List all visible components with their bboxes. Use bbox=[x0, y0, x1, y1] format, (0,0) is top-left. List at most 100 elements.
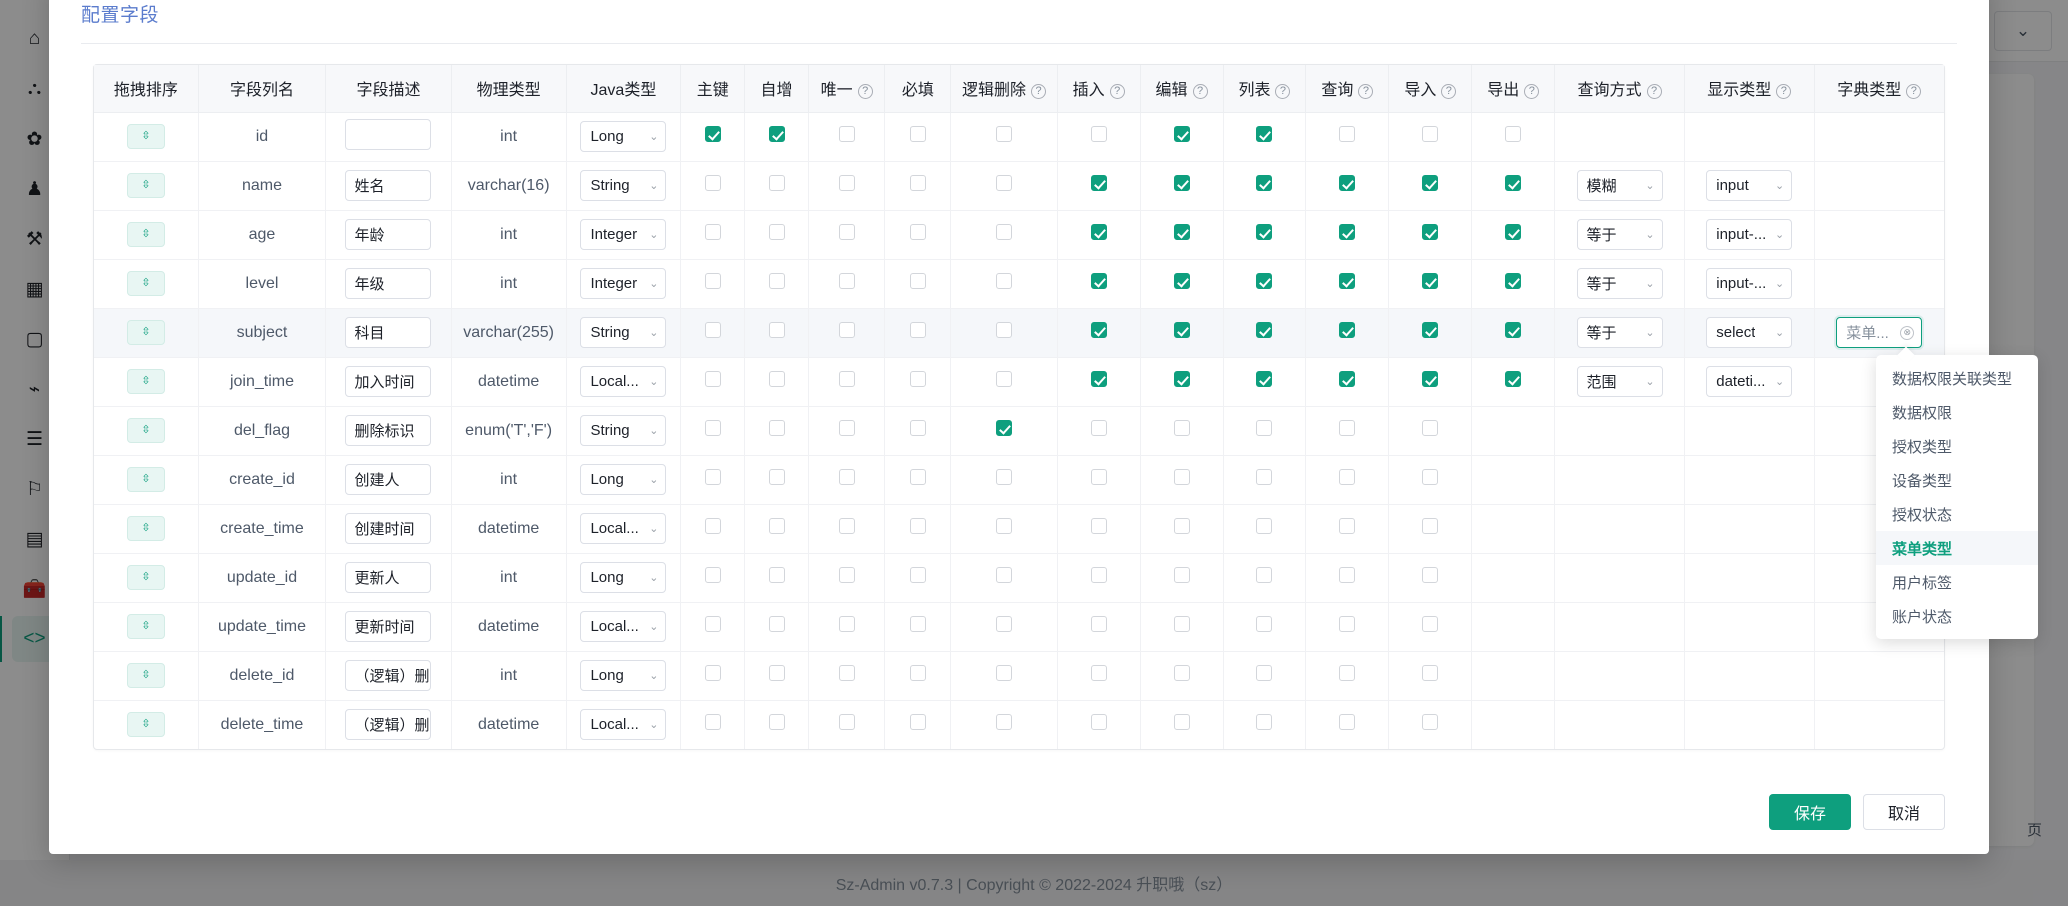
help-icon[interactable]: ? bbox=[857, 84, 873, 100]
help-icon[interactable]: ? bbox=[1031, 84, 1047, 100]
unique-checkbox[interactable] bbox=[838, 616, 855, 632]
primary-key-checkbox[interactable] bbox=[704, 371, 721, 387]
auto-increment-checkbox[interactable] bbox=[768, 616, 785, 632]
list-checkbox[interactable] bbox=[1256, 420, 1273, 436]
auto-increment-checkbox[interactable] bbox=[768, 126, 785, 142]
help-icon[interactable]: ? bbox=[1441, 84, 1457, 100]
unique-checkbox[interactable] bbox=[838, 420, 855, 436]
list-checkbox[interactable] bbox=[1256, 469, 1273, 485]
required-checkbox[interactable] bbox=[909, 273, 926, 289]
import-checkbox[interactable] bbox=[1422, 518, 1439, 534]
import-checkbox[interactable] bbox=[1422, 322, 1439, 338]
insert-checkbox[interactable] bbox=[1090, 224, 1107, 240]
query-checkbox[interactable] bbox=[1339, 665, 1356, 681]
drag-handle-icon[interactable]: ⇳ bbox=[126, 614, 165, 639]
query-mode-select[interactable]: 等于 ⌄ bbox=[1576, 219, 1663, 250]
java-type-select[interactable]: String ⌄ bbox=[580, 415, 667, 446]
logic-delete-checkbox[interactable] bbox=[996, 322, 1013, 338]
save-button[interactable]: 保存 bbox=[1768, 794, 1851, 830]
insert-checkbox[interactable] bbox=[1090, 714, 1107, 731]
help-icon[interactable]: ? bbox=[1275, 84, 1291, 100]
insert-checkbox[interactable] bbox=[1090, 126, 1107, 142]
required-checkbox[interactable] bbox=[909, 567, 926, 583]
insert-checkbox[interactable] bbox=[1090, 567, 1107, 583]
drag-handle-icon[interactable]: ⇳ bbox=[126, 124, 165, 149]
required-checkbox[interactable] bbox=[909, 224, 926, 240]
primary-key-checkbox[interactable] bbox=[704, 322, 721, 338]
required-checkbox[interactable] bbox=[909, 371, 926, 387]
java-type-select[interactable]: Integer ⌄ bbox=[580, 268, 667, 299]
unique-checkbox[interactable] bbox=[838, 469, 855, 485]
query-checkbox[interactable] bbox=[1339, 567, 1356, 583]
dropdown-item[interactable]: 授权类型 bbox=[1876, 429, 2038, 463]
insert-checkbox[interactable] bbox=[1090, 616, 1107, 632]
logic-delete-checkbox[interactable] bbox=[996, 371, 1013, 387]
help-icon[interactable]: ? bbox=[1646, 84, 1662, 100]
list-checkbox[interactable] bbox=[1256, 175, 1273, 191]
dropdown-item[interactable]: 菜单类型 bbox=[1876, 531, 2038, 565]
edit-checkbox[interactable] bbox=[1173, 371, 1190, 387]
drag-handle-icon[interactable]: ⇳ bbox=[126, 418, 165, 443]
drag-handle-icon[interactable]: ⇳ bbox=[126, 173, 165, 198]
export-checkbox[interactable] bbox=[1505, 175, 1522, 191]
drag-handle-icon[interactable]: ⇳ bbox=[126, 565, 165, 590]
import-checkbox[interactable] bbox=[1422, 665, 1439, 681]
unique-checkbox[interactable] bbox=[838, 322, 855, 338]
display-type-select[interactable]: input ⌄ bbox=[1706, 170, 1793, 201]
import-checkbox[interactable] bbox=[1422, 371, 1439, 387]
display-type-select[interactable]: input-... ⌄ bbox=[1706, 219, 1793, 250]
required-checkbox[interactable] bbox=[909, 714, 926, 731]
unique-checkbox[interactable] bbox=[838, 714, 855, 731]
list-checkbox[interactable] bbox=[1256, 126, 1273, 142]
primary-key-checkbox[interactable] bbox=[704, 224, 721, 240]
list-checkbox[interactable] bbox=[1256, 665, 1273, 681]
import-checkbox[interactable] bbox=[1422, 469, 1439, 485]
edit-checkbox[interactable] bbox=[1173, 126, 1190, 142]
import-checkbox[interactable] bbox=[1422, 224, 1439, 240]
drag-handle-icon[interactable]: ⇳ bbox=[126, 467, 165, 492]
logic-delete-checkbox[interactable] bbox=[996, 567, 1013, 583]
edit-checkbox[interactable] bbox=[1173, 322, 1190, 338]
dropdown-item[interactable]: 用户标签 bbox=[1876, 565, 2038, 599]
edit-checkbox[interactable] bbox=[1173, 665, 1190, 681]
required-checkbox[interactable] bbox=[909, 126, 926, 142]
logic-delete-checkbox[interactable] bbox=[996, 273, 1013, 289]
required-checkbox[interactable] bbox=[909, 469, 926, 485]
list-checkbox[interactable] bbox=[1256, 714, 1273, 731]
query-checkbox[interactable] bbox=[1339, 714, 1356, 731]
unique-checkbox[interactable] bbox=[838, 371, 855, 387]
list-checkbox[interactable] bbox=[1256, 567, 1273, 583]
field-desc-input[interactable]: 创建人 bbox=[345, 464, 432, 495]
auto-increment-checkbox[interactable] bbox=[768, 567, 785, 583]
edit-checkbox[interactable] bbox=[1173, 567, 1190, 583]
help-icon[interactable]: ? bbox=[1358, 84, 1374, 100]
query-checkbox[interactable] bbox=[1339, 224, 1356, 240]
dropdown-item[interactable]: 设备类型 bbox=[1876, 463, 2038, 497]
required-checkbox[interactable] bbox=[909, 322, 926, 338]
field-desc-input[interactable]: 姓名 bbox=[345, 170, 432, 201]
query-mode-select[interactable]: 等于 ⌄ bbox=[1576, 317, 1663, 348]
dropdown-item[interactable]: 授权状态 bbox=[1876, 497, 2038, 531]
primary-key-checkbox[interactable] bbox=[704, 126, 721, 142]
query-checkbox[interactable] bbox=[1339, 469, 1356, 485]
list-checkbox[interactable] bbox=[1256, 224, 1273, 240]
display-type-select[interactable]: dateti... ⌄ bbox=[1706, 366, 1793, 397]
primary-key-checkbox[interactable] bbox=[704, 567, 721, 583]
dropdown-item[interactable]: 数据权限关联类型 bbox=[1876, 361, 2038, 395]
list-checkbox[interactable] bbox=[1256, 371, 1273, 387]
query-checkbox[interactable] bbox=[1339, 322, 1356, 338]
unique-checkbox[interactable] bbox=[838, 126, 855, 142]
insert-checkbox[interactable] bbox=[1090, 420, 1107, 436]
logic-delete-checkbox[interactable] bbox=[996, 224, 1013, 240]
insert-checkbox[interactable] bbox=[1090, 665, 1107, 681]
insert-checkbox[interactable] bbox=[1090, 371, 1107, 387]
query-checkbox[interactable] bbox=[1339, 371, 1356, 387]
primary-key-checkbox[interactable] bbox=[704, 175, 721, 191]
list-checkbox[interactable] bbox=[1256, 518, 1273, 534]
query-mode-select[interactable]: 范围 ⌄ bbox=[1576, 366, 1663, 397]
field-desc-input[interactable]: 创建时间 bbox=[345, 513, 432, 544]
list-checkbox[interactable] bbox=[1256, 616, 1273, 632]
dropdown-item[interactable]: 账户状态 bbox=[1876, 599, 2038, 633]
help-icon[interactable]: ? bbox=[1192, 84, 1208, 100]
auto-increment-checkbox[interactable] bbox=[768, 224, 785, 240]
